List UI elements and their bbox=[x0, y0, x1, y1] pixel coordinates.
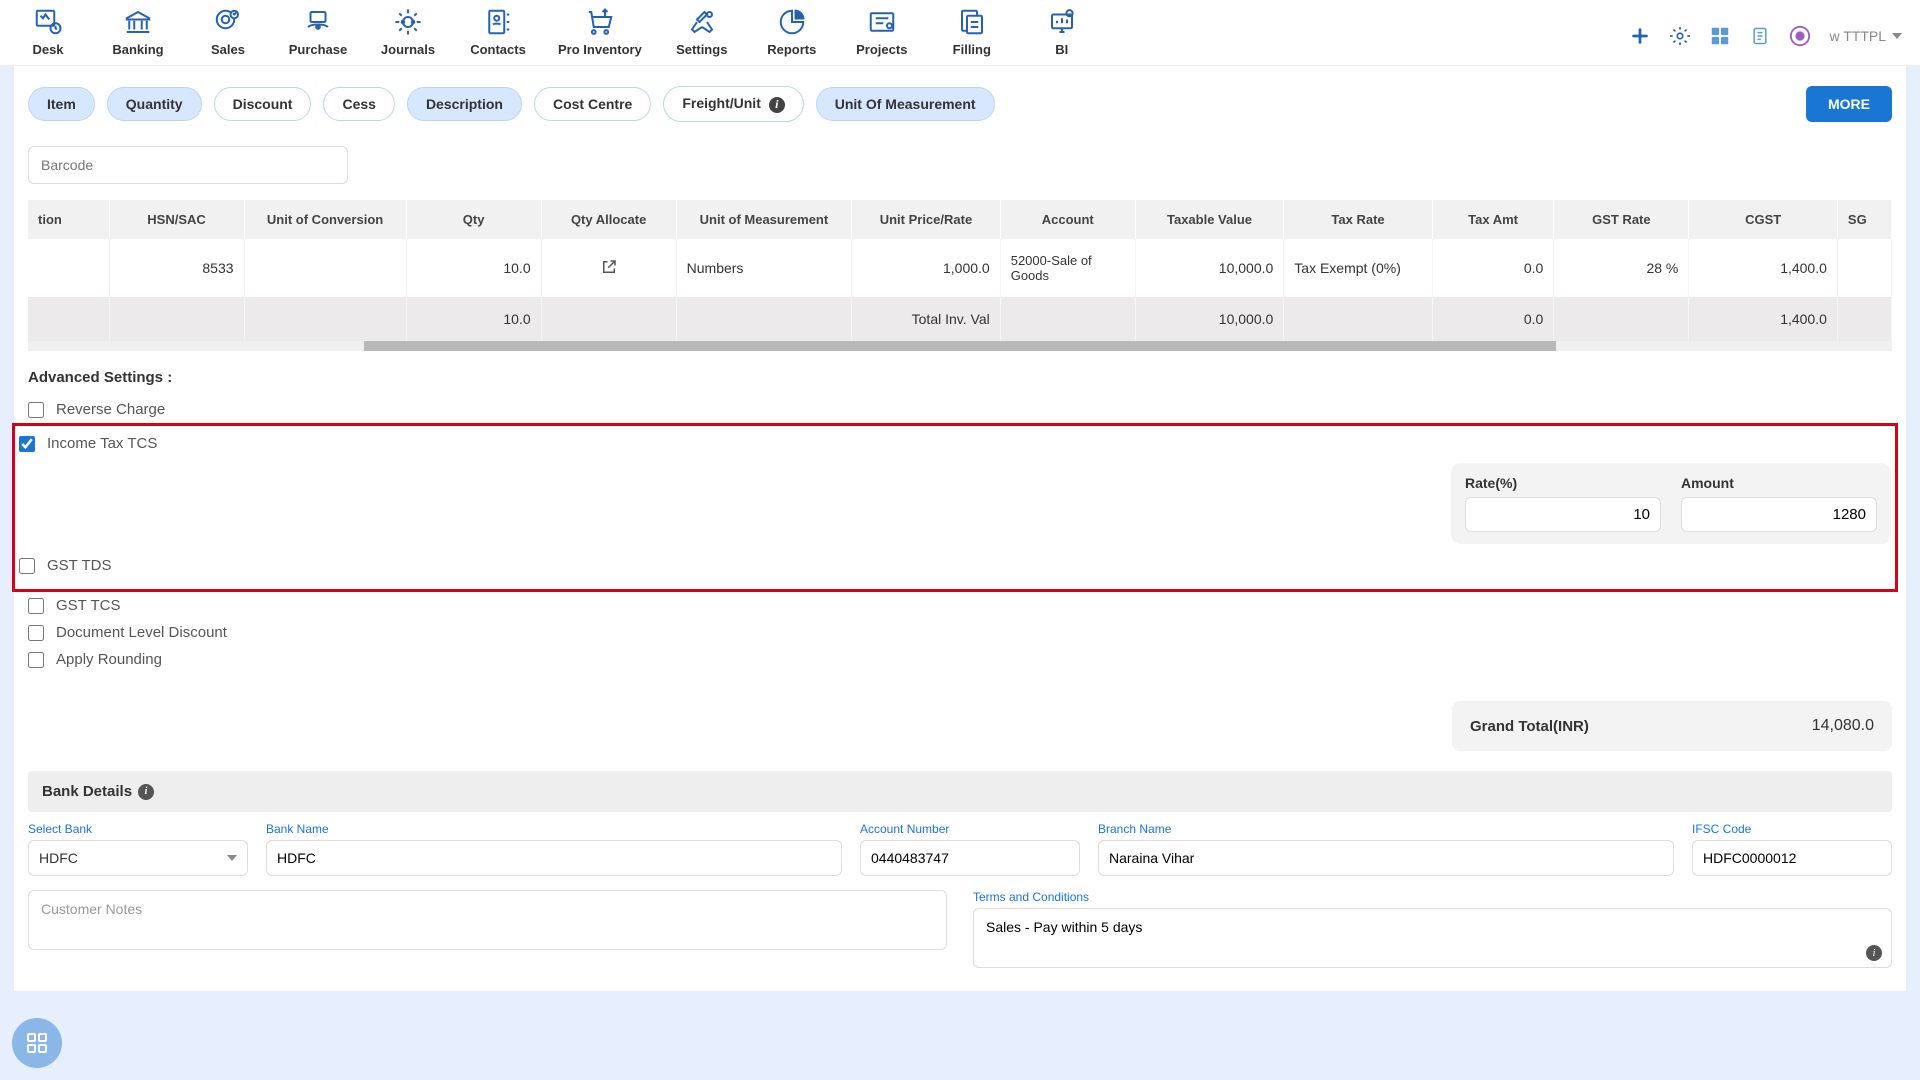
tcs-panel: Rate(%) Amount bbox=[1451, 463, 1891, 544]
check-reverse-charge[interactable]: Reverse Charge bbox=[28, 396, 1892, 423]
nav-contacts[interactable]: Contacts bbox=[468, 6, 528, 65]
header-right: w TTTPL bbox=[1629, 25, 1902, 47]
sales-icon bbox=[212, 6, 244, 38]
chip-uom[interactable]: Unit Of Measurement bbox=[816, 87, 995, 121]
chip-description[interactable]: Description bbox=[407, 87, 522, 121]
info-icon: i bbox=[769, 97, 785, 113]
items-grid: tion HSN/SAC Unit of Conversion Qty Qty … bbox=[28, 200, 1892, 351]
allocate-icon[interactable] bbox=[600, 258, 618, 276]
check-gst-tcs[interactable]: GST TCS bbox=[28, 592, 1892, 619]
apps-icon bbox=[25, 1031, 49, 1055]
chip-cess[interactable]: Cess bbox=[323, 87, 394, 121]
apps-fab[interactable] bbox=[12, 1018, 62, 1068]
nav-proinventory[interactable]: Pro Inventory bbox=[558, 6, 642, 65]
terms-input[interactable]: Sales - Pay within 5 days bbox=[973, 908, 1892, 968]
nav-projects[interactable]: Projects bbox=[852, 6, 912, 65]
chip-freight[interactable]: Freight/Unit i bbox=[663, 86, 803, 122]
desk-icon bbox=[32, 6, 64, 38]
nav-sales[interactable]: Sales bbox=[198, 6, 258, 65]
account-dropdown[interactable]: w TTTPL bbox=[1829, 28, 1902, 44]
info-icon[interactable]: i bbox=[1866, 945, 1882, 961]
app-header: Desk Banking Sales Purchase Journals Con… bbox=[0, 0, 1920, 66]
tcs-rate-field: Rate(%) bbox=[1465, 475, 1661, 532]
grid-row[interactable]: 8533 10.0 Numbers 1,000.0 52000-Sale of … bbox=[28, 239, 1892, 297]
nav-settings[interactable]: Settings bbox=[672, 6, 732, 65]
advanced-settings-title: Advanced Settings : bbox=[28, 369, 1892, 386]
chip-item[interactable]: Item bbox=[28, 87, 95, 121]
nav-filling[interactable]: Filling bbox=[942, 6, 1002, 65]
account-label: w TTTPL bbox=[1829, 28, 1886, 44]
highlight-tcs: Income Tax TCS Rate(%) Amount GST TDS bbox=[12, 423, 1898, 592]
nav-items: Desk Banking Sales Purchase Journals Con… bbox=[18, 6, 1092, 65]
chevron-down-icon bbox=[1892, 33, 1902, 39]
settings-icon bbox=[686, 6, 718, 38]
chip-quantity[interactable]: Quantity bbox=[107, 87, 202, 121]
nav-journals[interactable]: Journals bbox=[378, 6, 438, 65]
purchase-icon bbox=[302, 6, 334, 38]
contacts-icon bbox=[482, 6, 514, 38]
customer-notes-input[interactable] bbox=[28, 890, 947, 950]
select-bank-dropdown[interactable]: HDFC bbox=[28, 840, 248, 876]
branch-name-input[interactable] bbox=[1098, 840, 1674, 876]
filling-icon bbox=[956, 6, 988, 38]
info-icon[interactable]: i bbox=[138, 784, 154, 800]
new-badge-icon[interactable] bbox=[1789, 25, 1811, 47]
chevron-down-icon bbox=[227, 855, 237, 861]
check-rounding[interactable]: Apply Rounding bbox=[28, 646, 1892, 673]
chip-costcentre[interactable]: Cost Centre bbox=[534, 87, 651, 121]
add-icon[interactable] bbox=[1629, 25, 1651, 47]
check-doc-discount[interactable]: Document Level Discount bbox=[28, 619, 1892, 646]
horizontal-scrollbar[interactable] bbox=[28, 341, 1892, 351]
tcs-amount-field: Amount bbox=[1681, 475, 1877, 532]
check-income-tax-tcs[interactable]: Income Tax TCS bbox=[19, 430, 1891, 457]
bi-icon bbox=[1046, 6, 1078, 38]
calculator-icon[interactable] bbox=[1709, 25, 1731, 47]
nav-banking[interactable]: Banking bbox=[108, 6, 168, 65]
bank-section: Bank Details i Select Bank HDFC Bank Nam… bbox=[28, 771, 1892, 971]
tcs-rate-input[interactable] bbox=[1465, 497, 1661, 532]
gear-icon[interactable] bbox=[1669, 25, 1691, 47]
chip-discount[interactable]: Discount bbox=[214, 87, 312, 121]
clipboard-icon[interactable] bbox=[1749, 25, 1771, 47]
content: Item Quantity Discount Cess Description … bbox=[14, 66, 1906, 991]
bank-name-input[interactable] bbox=[266, 840, 842, 876]
grand-total: Grand Total(INR) 14,080.0 bbox=[1452, 701, 1892, 751]
reports-icon bbox=[776, 6, 808, 38]
ifsc-input[interactable] bbox=[1692, 840, 1892, 876]
nav-purchase[interactable]: Purchase bbox=[288, 6, 348, 65]
advanced-settings: Advanced Settings : Reverse Charge Incom… bbox=[28, 369, 1892, 673]
inventory-icon bbox=[584, 6, 616, 38]
grid-totals: 10.0 Total Inv. Val 10,000.0 0.0 1,400.0 bbox=[28, 297, 1892, 341]
check-gst-tds[interactable]: GST TDS bbox=[19, 552, 1891, 579]
barcode-input[interactable] bbox=[28, 146, 348, 184]
nav-desk[interactable]: Desk bbox=[18, 6, 78, 65]
banking-icon bbox=[122, 6, 154, 38]
projects-icon bbox=[866, 6, 898, 38]
column-chips: Item Quantity Discount Cess Description … bbox=[28, 86, 1892, 122]
more-button[interactable]: MORE bbox=[1806, 86, 1892, 122]
journals-icon bbox=[392, 6, 424, 38]
account-number-input[interactable] bbox=[860, 840, 1080, 876]
tcs-amount-input[interactable] bbox=[1681, 497, 1877, 532]
grid-header: tion HSN/SAC Unit of Conversion Qty Qty … bbox=[28, 200, 1892, 239]
nav-reports[interactable]: Reports bbox=[762, 6, 822, 65]
nav-bi[interactable]: BI bbox=[1032, 6, 1092, 65]
bank-header: Bank Details i bbox=[28, 771, 1892, 812]
